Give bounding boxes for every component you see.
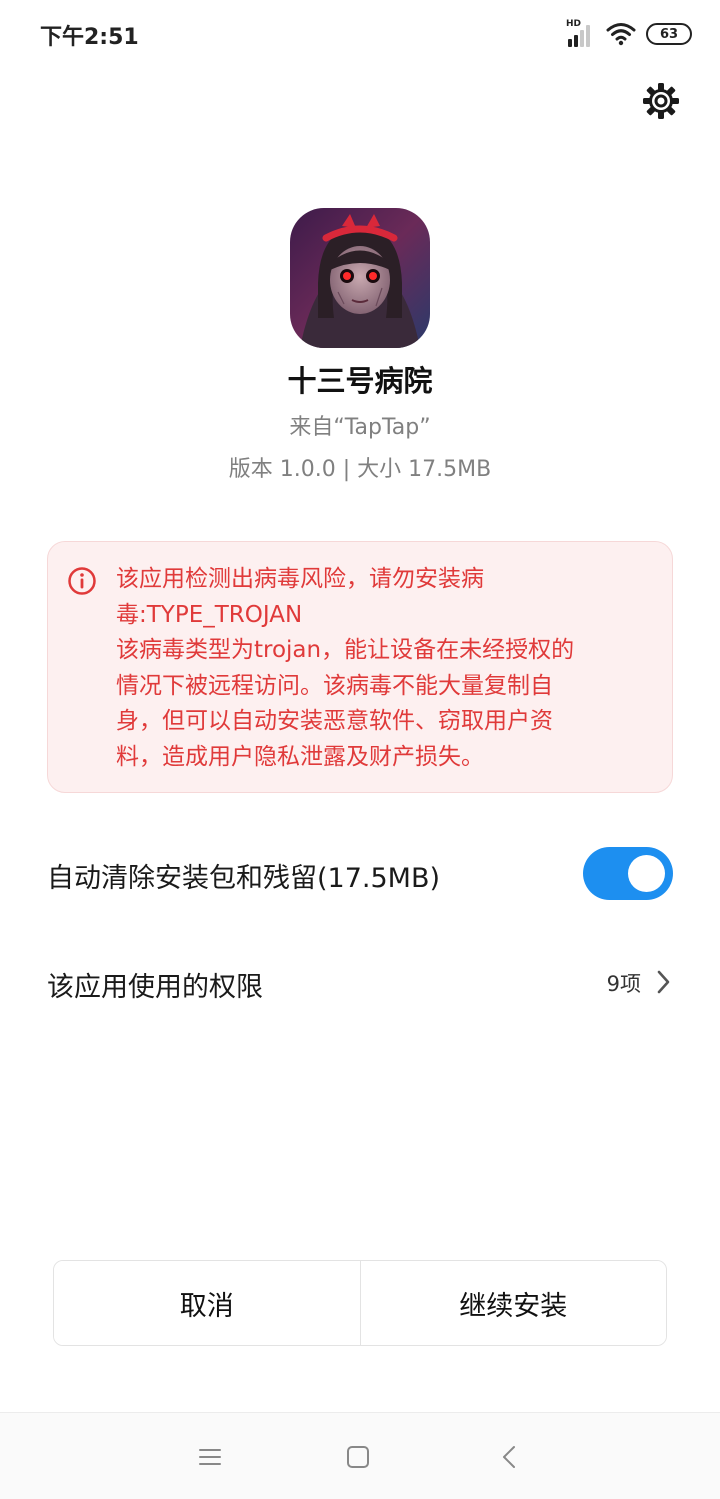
warning-line: 毒:TYPE_TROJAN: [116, 601, 303, 628]
warning-line: 身，但可以自动安装恶意软件、窃取用户资: [116, 708, 553, 734]
network-label: HD: [566, 19, 582, 29]
settings-button[interactable]: [638, 78, 684, 124]
permissions-label: 该应用使用的权限: [47, 972, 263, 1003]
app-name: 十三号病院: [287, 364, 433, 398]
battery-level: 63: [659, 26, 679, 42]
permissions-count: 9项: [606, 972, 641, 996]
warning-message: 该应用检测出病毒风险，请勿安装病 毒:TYPE_TROJAN 该病毒类型为tro…: [116, 562, 656, 775]
status-time: 下午2:51: [40, 25, 139, 50]
menu-icon[interactable]: [196, 1443, 224, 1471]
auto-clean-row[interactable]: 自动清除安装包和残留(17.5MB): [47, 840, 673, 908]
navigation-bar: [0, 1412, 720, 1499]
battery-icon: 63: [646, 23, 692, 45]
warning-line: 该应用检测出病毒风险，请勿安装病: [116, 566, 484, 592]
back-icon[interactable]: [496, 1443, 524, 1471]
wifi-icon: [606, 23, 636, 46]
chevron-right-icon: [657, 970, 670, 994]
toggle-knob: [628, 855, 665, 892]
auto-clean-label: 自动清除安装包和残留(17.5MB): [47, 863, 441, 894]
auto-clean-toggle[interactable]: [583, 847, 673, 900]
home-icon[interactable]: [344, 1443, 372, 1471]
status-icons: HD 63: [566, 18, 692, 50]
warning-line: 该病毒类型为trojan，能让设备在未经授权的: [116, 637, 575, 663]
app-icon: [290, 208, 430, 348]
info-circle-icon: [68, 567, 96, 595]
app-version-size: 版本 1.0.0 | 大小 17.5MB: [228, 457, 492, 482]
permissions-row[interactable]: 该应用使用的权限 9项: [47, 950, 673, 1014]
warning-line: 情况下被远程访问。该病毒不能大量复制自: [116, 672, 553, 699]
cellular-signal-icon: HD: [566, 19, 596, 47]
app-source: 来自“TapTap”: [289, 415, 431, 440]
action-bar: 取消 继续安装: [53, 1260, 667, 1346]
status-bar: 下午2:51 HD 63: [0, 0, 720, 68]
virus-warning-card: 该应用检测出病毒风险，请勿安装病 毒:TYPE_TROJAN 该病毒类型为tro…: [47, 541, 673, 793]
cancel-button[interactable]: 取消: [54, 1261, 360, 1345]
warning-line: 料，造成用户隐私泄露及财产损失。: [116, 743, 484, 770]
gear-icon: [643, 83, 679, 119]
continue-install-button[interactable]: 继续安装: [359, 1261, 666, 1345]
